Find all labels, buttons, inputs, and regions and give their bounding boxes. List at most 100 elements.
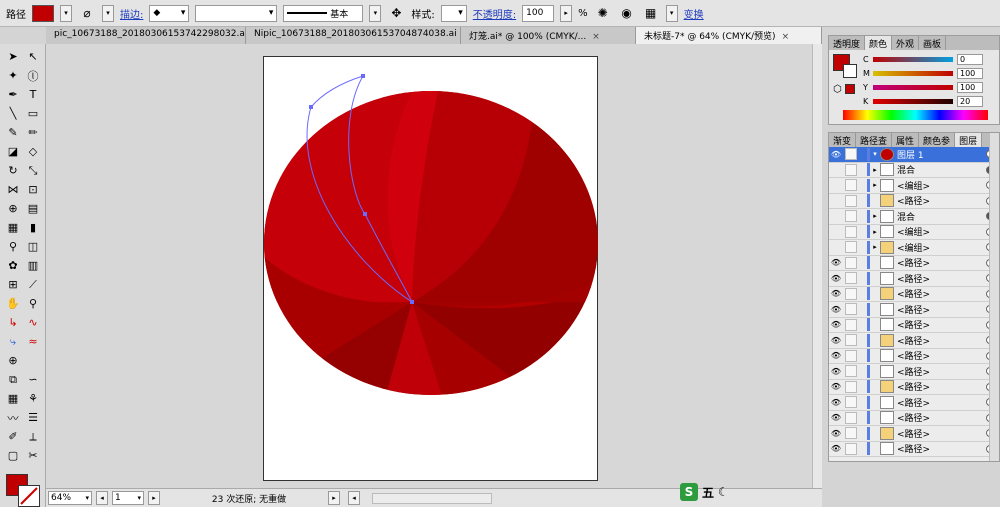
recolor-icon[interactable]: ✺ [594, 4, 612, 22]
eye-icon[interactable]: 👁 [829, 302, 843, 316]
lock-toggle[interactable] [845, 442, 857, 455]
lock-toggle[interactable] [845, 148, 857, 161]
lock-toggle[interactable] [845, 256, 857, 269]
expand-arrow-icon[interactable]: ▾ [870, 150, 880, 158]
visibility-toggle[interactable] [829, 225, 843, 239]
smooth-icon[interactable]: ≈ [24, 333, 42, 350]
doc-tab-2[interactable]: Nipic_10673188_20180306153704874038.ai× [246, 27, 461, 44]
lasso-icon[interactable]: ⓛ [24, 67, 42, 84]
expand-arrow-icon[interactable]: ▸ [870, 212, 880, 220]
layer-row[interactable]: 👁 <路径> [829, 364, 999, 380]
artboard[interactable] [263, 56, 598, 481]
layer-row[interactable]: 👁 <路径> [829, 318, 999, 333]
layer-row[interactable]: 👁 <路径> [829, 411, 999, 426]
visibility-toggle[interactable] [829, 163, 843, 177]
close-icon[interactable]: × [782, 32, 790, 42]
eyedropper-icon[interactable]: ⚲ [4, 238, 22, 255]
layer-row[interactable]: 👁 <路径> [829, 442, 999, 457]
channel-k-slider[interactable] [873, 98, 953, 104]
blob-brush-icon[interactable]: ◪ [4, 143, 22, 160]
layer-name[interactable]: 图层 1 [897, 148, 986, 161]
align-list-icon[interactable]: ☰ [24, 409, 42, 426]
live-paint-icon[interactable]: ▤ [24, 200, 42, 217]
transform-link[interactable]: 变换 [684, 6, 704, 21]
layer-name[interactable]: <路径> [897, 318, 986, 331]
rectangle-tool-icon[interactable]: ▭ [24, 105, 42, 122]
eye-icon[interactable]: 👁 [829, 442, 843, 456]
layer-row[interactable]: 👁 ▾ 图层 1 [829, 147, 999, 163]
layer-name[interactable]: <路径> [897, 349, 986, 362]
align-icon[interactable]: ▦ [642, 4, 660, 22]
layer-name[interactable]: <路径> [897, 303, 986, 316]
lock-toggle[interactable] [845, 365, 857, 378]
layer-row[interactable]: 👁 <路径> [829, 349, 999, 364]
eye-icon[interactable]: 👁 [829, 349, 843, 363]
pencil-icon[interactable]: ✏ [24, 124, 42, 141]
expand-arrow-icon[interactable]: ▸ [870, 181, 880, 189]
channel-y-value[interactable]: 100 [957, 81, 983, 93]
width-tool-icon[interactable]: ⋈ [4, 181, 22, 198]
lock-toggle[interactable] [845, 163, 857, 176]
line-tool-icon[interactable]: ╲ [4, 105, 22, 122]
tab-layers[interactable]: 图层 [955, 133, 983, 147]
layers-scrollbar[interactable] [989, 133, 999, 461]
opacity-dropdown[interactable]: ▸ [560, 4, 573, 22]
lock-toggle[interactable] [845, 225, 857, 238]
lock-toggle[interactable] [845, 241, 857, 254]
eye-icon[interactable]: 👁 [829, 380, 843, 394]
curve-icon[interactable]: ∿ [24, 314, 42, 331]
lock-toggle[interactable] [845, 349, 857, 362]
align-dropdown[interactable]: ▾ [665, 4, 678, 22]
lantern-artwork[interactable] [264, 57, 599, 482]
brush-dropdown[interactable]: ▾ [369, 4, 382, 22]
layer-name[interactable]: <路径> [897, 272, 986, 285]
opacity-link[interactable]: 不透明度: [473, 6, 516, 21]
eye-icon[interactable]: 👁 [829, 333, 843, 347]
layer-name[interactable]: <路径> [897, 411, 986, 424]
lock-toggle[interactable] [845, 194, 857, 207]
style-field[interactable]: ▾ [440, 4, 467, 22]
lock-toggle[interactable] [845, 334, 857, 347]
layer-name[interactable]: <编组> [897, 225, 986, 238]
visibility-toggle[interactable] [829, 178, 843, 192]
channel-y-slider[interactable] [873, 84, 953, 90]
canvas-area[interactable] [46, 44, 812, 488]
layer-row[interactable]: 👁 <路径> [829, 287, 999, 302]
eraser-icon[interactable]: ◇ [24, 143, 42, 160]
layer-row[interactable]: 👁 <路径> [829, 271, 999, 287]
color-spectrum[interactable] [843, 110, 988, 120]
symbol-sprayer-icon[interactable]: ✿ [4, 257, 22, 274]
eye-icon[interactable]: 👁 [829, 364, 843, 378]
tab-pathfinder[interactable]: 路径查 [856, 133, 893, 147]
channel-c-value[interactable]: 0 [957, 53, 983, 65]
close-icon[interactable]: × [592, 32, 600, 42]
doc-tab-1[interactable]: pic_10673188_20180306153742298032.ai*× [46, 27, 246, 44]
layer-row[interactable]: ▸ 混合 [829, 163, 999, 178]
slice-tool-icon[interactable]: ⟋ [24, 276, 42, 293]
layer-name[interactable]: <路径> [897, 287, 986, 300]
layer-row[interactable]: ▸ <编组> [829, 225, 999, 240]
layer-name[interactable]: 混合 [897, 210, 986, 223]
visibility-toggle[interactable] [829, 209, 843, 223]
eye-icon[interactable]: 👁 [829, 411, 843, 425]
warp-icon[interactable]: ∽ [24, 371, 42, 388]
layer-row[interactable]: 👁 <路径> [829, 302, 999, 318]
lock-toggle[interactable] [845, 210, 857, 223]
expand-arrow-icon[interactable]: ▸ [870, 228, 880, 236]
opacity-field[interactable]: 100 [522, 4, 555, 22]
move-icon[interactable]: ✥ [387, 4, 405, 22]
stroke-none-icon[interactable]: ⌀ [78, 4, 96, 22]
channel-m-value[interactable]: 100 [957, 67, 983, 79]
stroke-link[interactable]: 描边: [120, 6, 143, 21]
tab-gradient[interactable]: 渐变 [829, 133, 857, 147]
eye-icon[interactable]: 👁 [829, 147, 843, 161]
layer-row[interactable]: ▸ 混合 [829, 209, 999, 225]
layer-name[interactable]: <路径> [897, 380, 986, 393]
channel-k-value[interactable]: 20 [957, 95, 983, 107]
stroke-dropdown[interactable]: ▾ [102, 4, 114, 22]
path-icon[interactable]: 〰 [4, 409, 22, 426]
free-transform-icon[interactable]: ⊡ [24, 181, 42, 198]
channel-m-slider[interactable] [873, 70, 953, 76]
layer-row[interactable]: 👁 <路径> [829, 380, 999, 395]
layer-row[interactable]: ▸ <编组> [829, 178, 999, 194]
